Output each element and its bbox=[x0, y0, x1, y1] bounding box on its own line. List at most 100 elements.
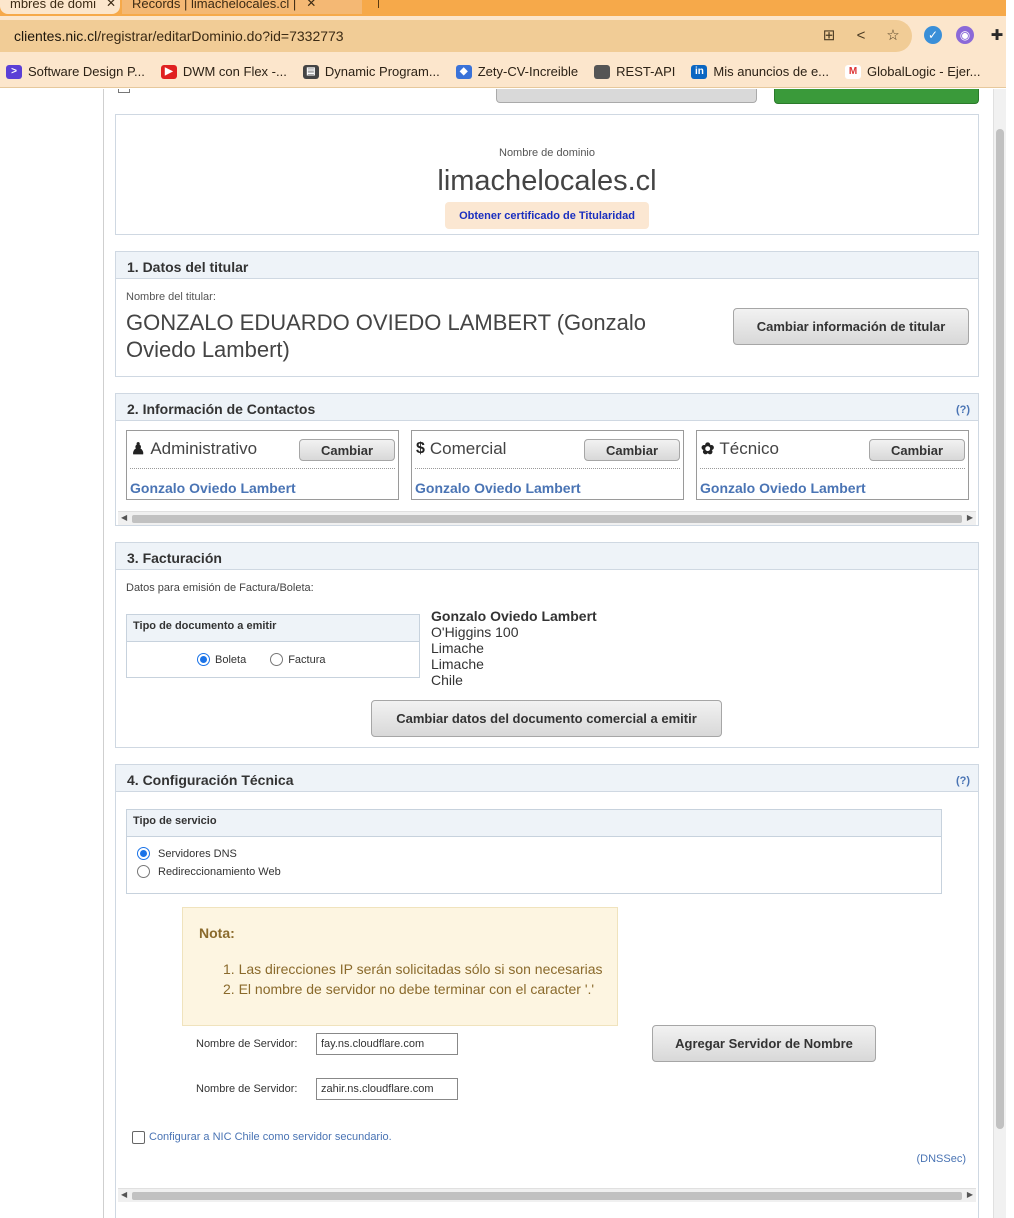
divider bbox=[130, 468, 395, 469]
cube-icon: ◆ bbox=[455, 64, 472, 79]
scrollbar-thumb[interactable] bbox=[132, 515, 962, 523]
bookmark-label: REST-API bbox=[616, 64, 676, 79]
section-heading: 3. Facturación bbox=[116, 543, 978, 570]
billing-city: Limache bbox=[431, 640, 484, 656]
section-heading-label: 4. Configuración Técnica bbox=[127, 772, 294, 788]
scrollbar-thumb[interactable] bbox=[132, 1192, 962, 1200]
change-contact-button[interactable]: Cambiar bbox=[584, 439, 680, 461]
help-link[interactable]: (?) bbox=[956, 775, 970, 787]
youtube-icon: ▶ bbox=[160, 64, 177, 79]
extension-icon[interactable]: ◉ bbox=[956, 26, 974, 44]
tab-label: Records | limachelocales.cl | bbox=[132, 0, 297, 11]
nameserver-input[interactable] bbox=[316, 1078, 458, 1100]
tab-strip: mbres de domi ✕ Records | limachelocales… bbox=[0, 0, 1006, 16]
dollar-icon: $ bbox=[416, 440, 425, 457]
partial-button[interactable] bbox=[496, 89, 757, 103]
help-link[interactable]: (?) bbox=[956, 404, 970, 416]
radio-button[interactable] bbox=[137, 847, 150, 860]
nameserver-label: Nombre de Servidor: bbox=[196, 1038, 298, 1050]
radio-label: Factura bbox=[288, 653, 326, 666]
scroll-left-icon[interactable]: ◀ bbox=[121, 1190, 127, 1199]
puzzle-icon[interactable]: ✚ bbox=[988, 26, 1006, 44]
change-titular-button[interactable]: Cambiar información de titular bbox=[733, 308, 969, 345]
radio-boleta[interactable]: Boleta bbox=[197, 653, 246, 666]
contact-name-link[interactable]: Gonzalo Oviedo Lambert bbox=[130, 480, 296, 496]
contact-title: Administrativo bbox=[150, 439, 258, 458]
radio-factura[interactable]: Factura bbox=[270, 653, 326, 666]
bookmark[interactable]: > Software Design P... bbox=[6, 64, 145, 79]
nameserver-input[interactable] bbox=[316, 1033, 458, 1055]
change-contact-button[interactable]: Cambiar bbox=[299, 439, 395, 461]
contact-name-link[interactable]: Gonzalo Oviedo Lambert bbox=[415, 480, 581, 496]
close-icon[interactable]: ✕ bbox=[306, 0, 316, 10]
url-path: /registrar/editarDominio.do?id=7332773 bbox=[97, 28, 344, 44]
tab-records[interactable]: Records | limachelocales.cl | ✕ bbox=[122, 0, 362, 14]
contact-name-link[interactable]: Gonzalo Oviedo Lambert bbox=[700, 480, 866, 496]
user-icon: ♟ bbox=[131, 441, 146, 458]
nameserver-label: Nombre de Servidor: bbox=[196, 1083, 298, 1095]
horizontal-scrollbar[interactable]: ◀ ▶ bbox=[118, 1188, 976, 1202]
bookmark[interactable]: ▤ Dynamic Program... bbox=[302, 64, 440, 79]
scroll-right-icon[interactable]: ▶ bbox=[967, 513, 973, 522]
change-document-button[interactable]: Cambiar datos del documento comercial a … bbox=[371, 700, 722, 737]
radio-button[interactable] bbox=[270, 653, 284, 666]
contacts-panel: 2. Información de Contactos (?) ♟ Adminis… bbox=[115, 393, 979, 526]
radio-label: Redireccionamiento Web bbox=[158, 865, 281, 878]
address-bar[interactable]: clientes.nic.cl/registrar/editarDominio.… bbox=[0, 20, 912, 52]
add-nameserver-button[interactable]: Agregar Servidor de Nombre bbox=[652, 1025, 876, 1062]
radio-button[interactable] bbox=[137, 865, 150, 878]
domain-panel: Nombre de dominio limachelocales.cl Obte… bbox=[115, 114, 979, 235]
bookmark[interactable]: in Mis anuncios de e... bbox=[691, 64, 829, 79]
secondary-server-label[interactable]: Configurar a NIC Chile como servidor sec… bbox=[149, 1131, 392, 1143]
radio-dns-servers[interactable]: Servidores DNS bbox=[137, 847, 237, 860]
bookmark-label: DWM con Flex -... bbox=[182, 64, 287, 79]
service-type-heading: Tipo de servicio bbox=[127, 810, 941, 837]
bookmark-label: Software Design P... bbox=[28, 64, 145, 79]
bookmark[interactable]: M GlobalLogic - Ejer... bbox=[845, 64, 980, 79]
radio-label: Boleta bbox=[215, 653, 247, 666]
share-icon[interactable]: < bbox=[852, 26, 870, 44]
note-list: 1. Las direcciones IP serán solicitadas … bbox=[223, 959, 603, 999]
scroll-right-icon[interactable]: ▶ bbox=[967, 1190, 973, 1199]
url-text[interactable]: clientes.nic.cl/registrar/editarDominio.… bbox=[0, 28, 344, 44]
bookmark-label: GlobalLogic - Ejer... bbox=[867, 64, 981, 79]
translate-icon[interactable]: ⊞ bbox=[820, 26, 838, 44]
certificate-link[interactable]: Obtener certificado de Titularidad bbox=[445, 202, 649, 229]
domain-label: Nombre de dominio bbox=[499, 147, 595, 159]
close-icon[interactable]: ✕ bbox=[106, 0, 116, 10]
bookmark-label: Dynamic Program... bbox=[324, 64, 440, 79]
bookmark[interactable]: REST-API bbox=[594, 64, 675, 79]
section-heading: 2. Información de Contactos (?) bbox=[116, 394, 978, 421]
change-contact-button[interactable]: Cambiar bbox=[869, 439, 965, 461]
note-item: 2. El nombre de servidor no debe termina… bbox=[223, 981, 595, 997]
radio-button[interactable] bbox=[197, 653, 210, 666]
scroll-left-icon[interactable]: ◀ bbox=[121, 513, 127, 522]
gear-icon: ✿ bbox=[701, 441, 715, 458]
code-icon: ▤ bbox=[302, 64, 319, 79]
dnssec-link[interactable]: (DNSSec) bbox=[916, 1153, 966, 1165]
divider bbox=[415, 468, 680, 469]
radio-web-redirect[interactable]: Redireccionamiento Web bbox=[137, 865, 281, 878]
billing-panel: 3. Facturación Datos para emisión de Fac… bbox=[115, 542, 979, 748]
note-box: Nota: 1. Las direcciones IP serán solici… bbox=[182, 907, 618, 1026]
page-scrollbar[interactable] bbox=[993, 89, 1006, 1218]
bookmark[interactable]: ▶ DWM con Flex -... bbox=[160, 64, 287, 79]
terminal-icon: > bbox=[6, 64, 22, 79]
extension-icon[interactable]: ✓ bbox=[924, 26, 942, 44]
tab-domain-names[interactable]: mbres de domi ✕ bbox=[0, 0, 120, 14]
scrollbar-thumb[interactable] bbox=[996, 129, 1004, 1129]
contact-title: Comercial bbox=[429, 439, 507, 458]
bookmark[interactable]: ◆ Zety-CV-Increible bbox=[455, 64, 578, 79]
star-icon[interactable]: ☆ bbox=[884, 26, 902, 44]
titular-panel: 1. Datos del titular Nombre del titular:… bbox=[115, 251, 979, 377]
note-title: Nota: bbox=[199, 925, 235, 941]
contact-card-tecnico: ✿ Técnico Cambiar Gonzalo Oviedo Lambert bbox=[696, 430, 969, 500]
toolbar: clientes.nic.cl/registrar/editarDominio.… bbox=[0, 16, 1006, 56]
secondary-server-checkbox[interactable] bbox=[132, 1131, 145, 1144]
partial-checkbox[interactable] bbox=[118, 89, 130, 93]
content-border bbox=[103, 89, 104, 1218]
radio-label: Servidores DNS bbox=[158, 847, 237, 860]
partial-save-button[interactable] bbox=[774, 89, 979, 104]
domain-name: limachelocales.cl bbox=[437, 165, 657, 197]
horizontal-scrollbar[interactable]: ◀ ▶ bbox=[118, 511, 976, 525]
